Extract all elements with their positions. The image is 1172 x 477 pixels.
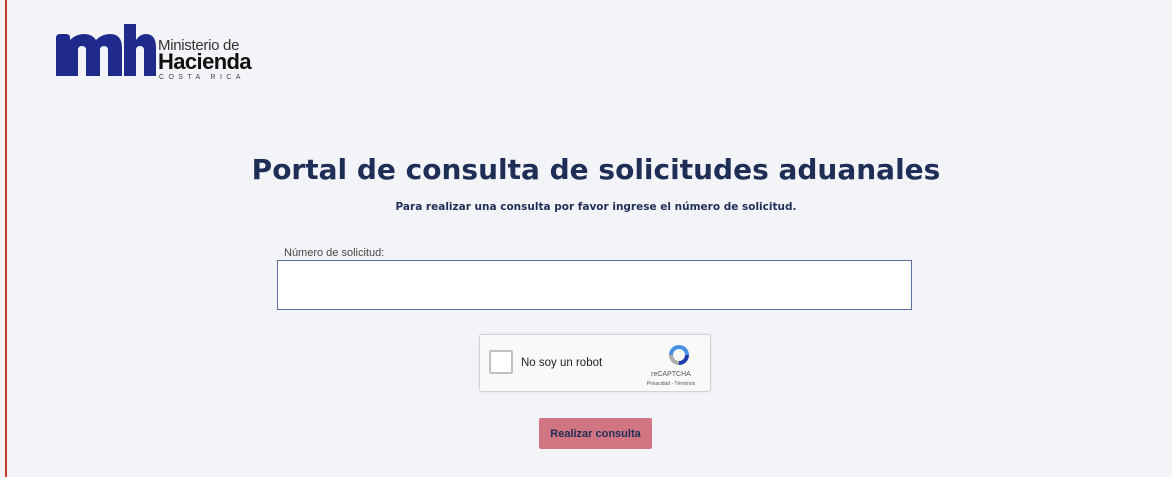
recaptcha-checkbox[interactable] — [489, 350, 513, 374]
request-number-label: Número de solicitud: — [284, 247, 385, 259]
recaptcha-label: No soy un robot — [521, 357, 603, 369]
mh-logo-icon — [56, 24, 156, 76]
left-accent-bar — [5, 0, 7, 477]
recaptcha-icon — [669, 345, 689, 365]
page-title: Portal de consulta de solicitudes aduana… — [251, 153, 941, 186]
page: Ministerio de Hacienda COSTA RICA Portal… — [0, 0, 1172, 477]
logo-text-country: COSTA RICA — [159, 74, 245, 81]
request-number-input[interactable] — [277, 260, 912, 310]
recaptcha-widget: No soy un robot reCAPTCHA Privacidad - T… — [479, 334, 711, 392]
ministerio-hacienda-logo[interactable]: Ministerio de Hacienda COSTA RICA — [56, 24, 256, 84]
recaptcha-privacy-terms-links[interactable]: Privacidad - Términos — [636, 381, 706, 387]
page-subtitle: Para realizar una consulta por favor ing… — [395, 201, 797, 213]
submit-query-button[interactable]: Realizar consulta — [539, 418, 652, 449]
logo-text-hacienda: Hacienda — [158, 49, 252, 74]
recaptcha-brand: reCAPTCHA — [651, 371, 691, 378]
